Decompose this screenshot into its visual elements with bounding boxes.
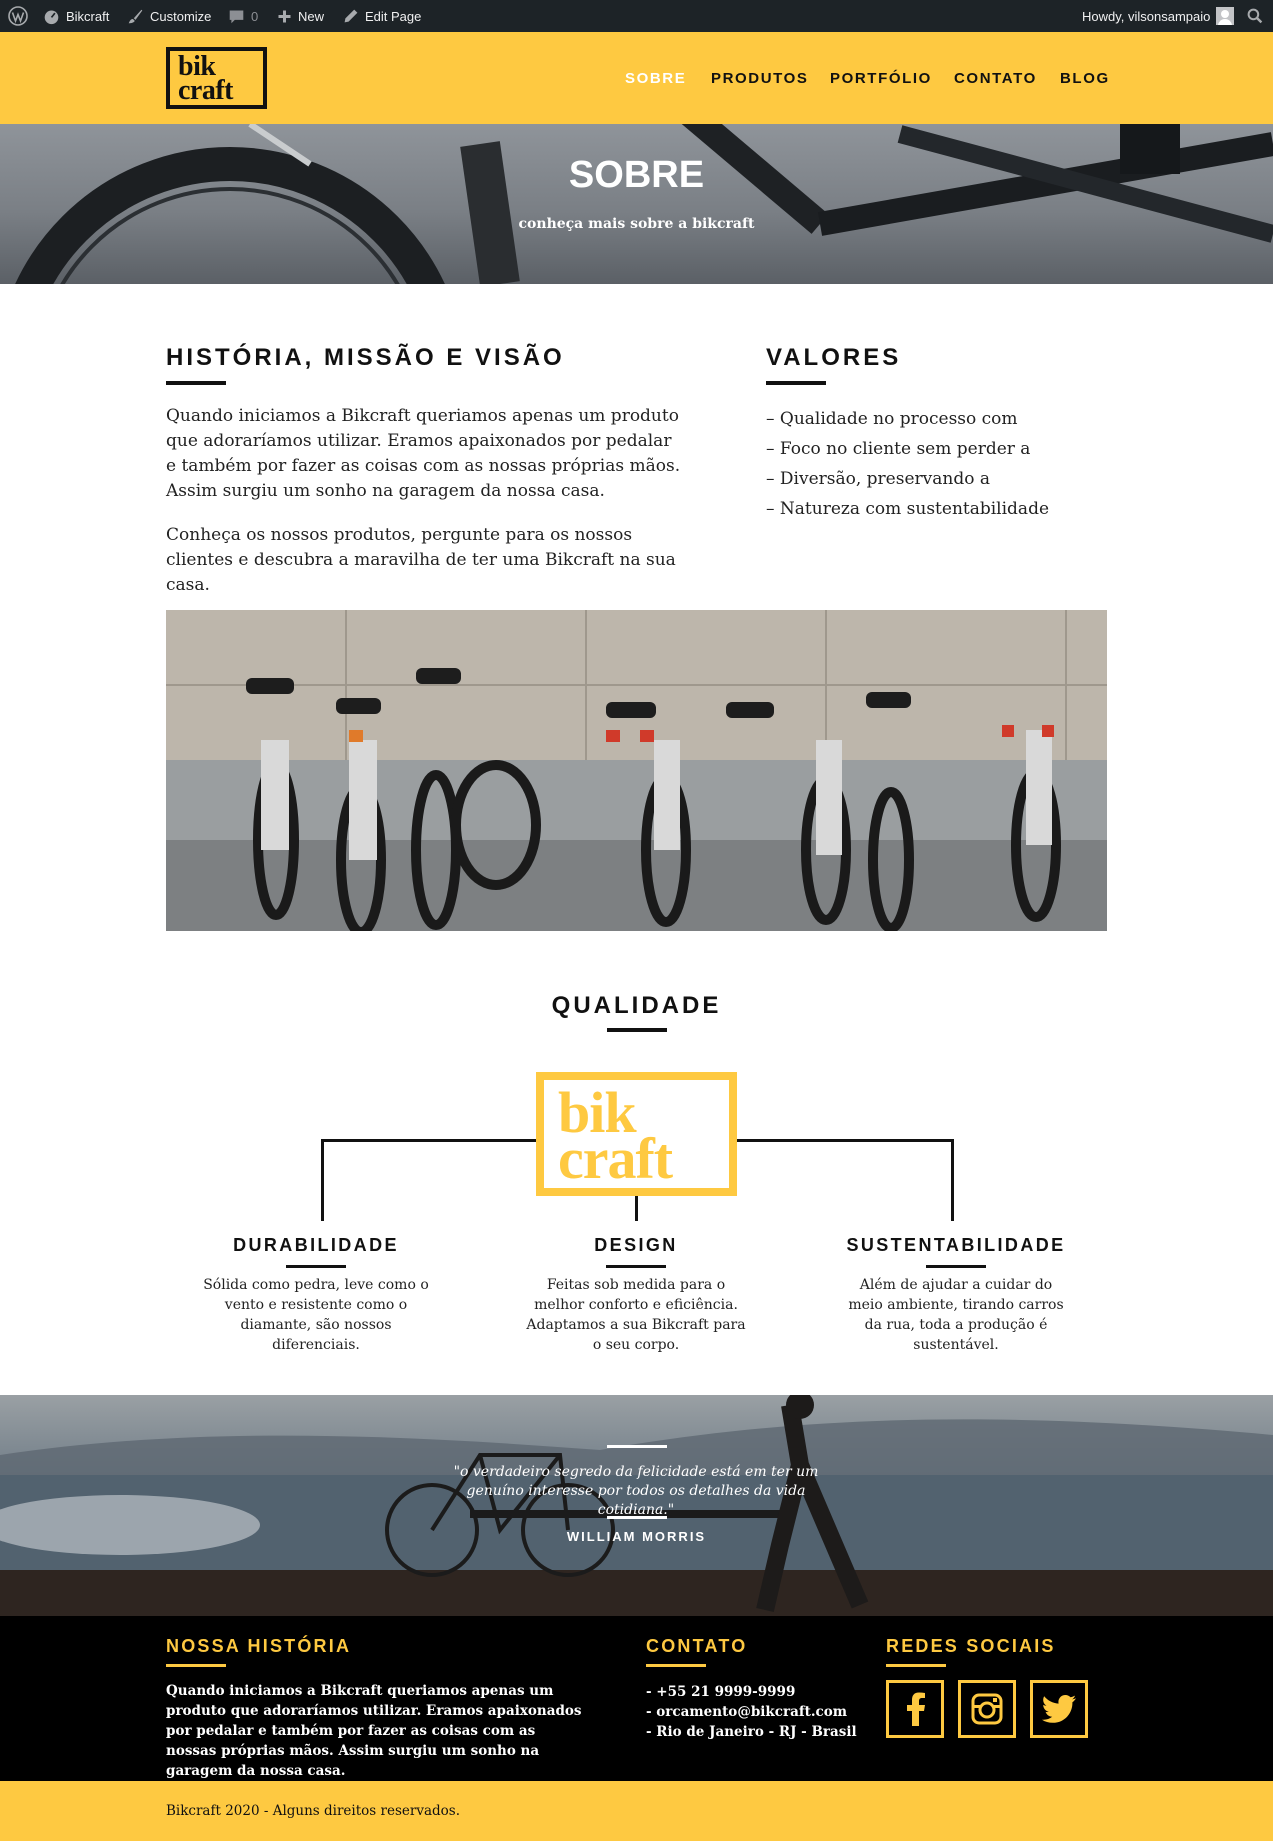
wordpress-logo-icon[interactable] [8, 0, 28, 32]
quote-bottom-bar [607, 1516, 667, 1519]
feature-durabilidade-underline [286, 1265, 346, 1268]
valores-item: – Diversão, preservando a [766, 469, 990, 489]
copyright-bar: Bikcraft 2020 - Alguns direitos reservad… [0, 1781, 1273, 1841]
admin-search-icon[interactable] [1247, 0, 1263, 32]
pencil-icon [344, 9, 358, 23]
nav-blog[interactable]: BLOG [1060, 70, 1110, 87]
quote-text: "o verdadeiro segredo da felicidade está… [453, 1464, 819, 1518]
valores-item: – Natureza com sustentabilidade [766, 499, 1050, 519]
valores-item: – Qualidade no processo com [766, 409, 1018, 429]
customize-link[interactable]: Customize [127, 0, 211, 32]
comments-count: 0 [251, 8, 259, 24]
facebook-icon[interactable] [886, 1680, 944, 1738]
footer-redes-underline [886, 1664, 946, 1667]
hero-bike-image [15, 124, 1273, 284]
bikes-photo [166, 610, 1107, 931]
qualidade-title: QUALIDADE [551, 992, 722, 1019]
valores-item: – Foco no cliente sem perder a [766, 439, 1031, 459]
valores-title: VALORES [766, 344, 902, 371]
footer-email[interactable]: - orcamento@bikcraft.com [646, 1702, 866, 1722]
footer-contato-underline [646, 1664, 706, 1667]
nav-produtos[interactable]: PRODUTOS [711, 70, 809, 87]
feature-design-text: Feitas sob medida para o melhor conforto… [526, 1277, 746, 1353]
connector-right-vertical [951, 1139, 954, 1221]
copyright-text: Bikcraft 2020 - Alguns direitos reservad… [166, 1803, 460, 1819]
historia-title: HISTÓRIA, MISSÃO E VISÃO [166, 344, 565, 371]
new-content-link[interactable]: New [277, 0, 324, 32]
footer-historia-text: Quando iniciamos a Bikcraft queriamos ap… [166, 1683, 582, 1779]
avatar [1216, 7, 1235, 25]
brush-icon [128, 9, 143, 23]
footer-location: - Rio de Janeiro - RJ - Brasil [646, 1724, 857, 1740]
twitter-icon[interactable] [1030, 1680, 1088, 1738]
footer-contato-list: - +55 21 9999-9999 - orcamento@bikcraft.… [646, 1682, 866, 1742]
qualidade-underline [607, 1028, 667, 1032]
dashboard-icon [44, 10, 59, 24]
connector-left-horizontal [321, 1139, 536, 1142]
instagram-icon[interactable] [958, 1680, 1016, 1738]
site-logo[interactable]: bik craft [166, 47, 267, 109]
footer-phone[interactable]: - +55 21 9999-9999 [646, 1682, 866, 1702]
qualidade-logo-line-2: craft [558, 1126, 673, 1191]
feature-durabilidade-text: Sólida como pedra, leve como o vento e r… [203, 1277, 429, 1353]
site-name-link[interactable]: Bikcraft [43, 0, 109, 32]
footer-redes-title: REDES SOCIAIS [886, 1636, 1056, 1656]
feature-design-underline [606, 1265, 666, 1268]
footer-historia-title: NOSSA HISTÓRIA [166, 1636, 352, 1656]
nav-portfolio[interactable]: PORTFÓLIO [830, 70, 932, 87]
nav-contato[interactable]: CONTATO [954, 70, 1037, 87]
comments-link[interactable]: 0 [228, 0, 258, 32]
feature-durabilidade-title: DURABILIDADE [233, 1235, 399, 1255]
quote-author: WILLIAM MORRIS [566, 1529, 707, 1544]
qualidade-logo: bik craft [536, 1072, 737, 1196]
comment-icon [229, 10, 244, 23]
admin-bar: Bikcraft Customize 0 New Edit Page Howdy… [0, 0, 1273, 32]
connector-left-vertical [321, 1139, 324, 1221]
hero-banner: SOBRE conheça mais sobre a bikcraft [0, 124, 1273, 284]
feature-sustentabilidade-title: SUSTENTABILIDADE [846, 1235, 1066, 1255]
logo-line-2: craft [178, 75, 234, 106]
howdy-text: Howdy, vilsonsampaio [1082, 8, 1211, 24]
edit-page-label: Edit Page [365, 8, 422, 24]
historia-paragraph-2: Conheça os nossos produtos, pergunte par… [166, 525, 676, 595]
historia-underline [166, 381, 226, 385]
connector-right-horizontal [737, 1139, 954, 1142]
feature-design-title: DESIGN [594, 1235, 678, 1255]
connector-center-vertical [635, 1196, 638, 1221]
feature-sustentabilidade-text: Além de ajudar a cuidar do meio ambiente… [848, 1277, 1064, 1353]
valores-underline [766, 381, 826, 385]
valores-list: – Qualidade no processo com – Foco no cl… [766, 404, 1049, 524]
plus-icon [278, 10, 291, 22]
bikes-illustration [166, 610, 1107, 931]
quote-top-bar [607, 1445, 667, 1448]
site-name: Bikcraft [66, 8, 110, 24]
edit-page-link[interactable]: Edit Page [343, 0, 421, 32]
historia-paragraph-1: Quando iniciamos a Bikcraft queriamos ap… [166, 406, 681, 501]
footer-historia-underline [166, 1664, 226, 1667]
account-menu[interactable]: Howdy, vilsonsampaio [1082, 0, 1235, 32]
footer-contato-title: CONTATO [646, 1636, 748, 1656]
quote-section: "o verdadeiro segredo da felicidade está… [0, 1395, 1273, 1616]
hero-title: SOBRE [568, 154, 705, 196]
feature-sustentabilidade-underline [926, 1265, 986, 1268]
hero-subtitle: conheça mais sobre a bikcraft [518, 216, 755, 232]
site-header: bik craft SOBRE PRODUTOS PORTFÓLIO CONTA… [0, 32, 1273, 124]
new-label: New [298, 8, 325, 24]
nav-sobre[interactable]: SOBRE [625, 70, 686, 87]
customize-label: Customize [150, 8, 212, 24]
